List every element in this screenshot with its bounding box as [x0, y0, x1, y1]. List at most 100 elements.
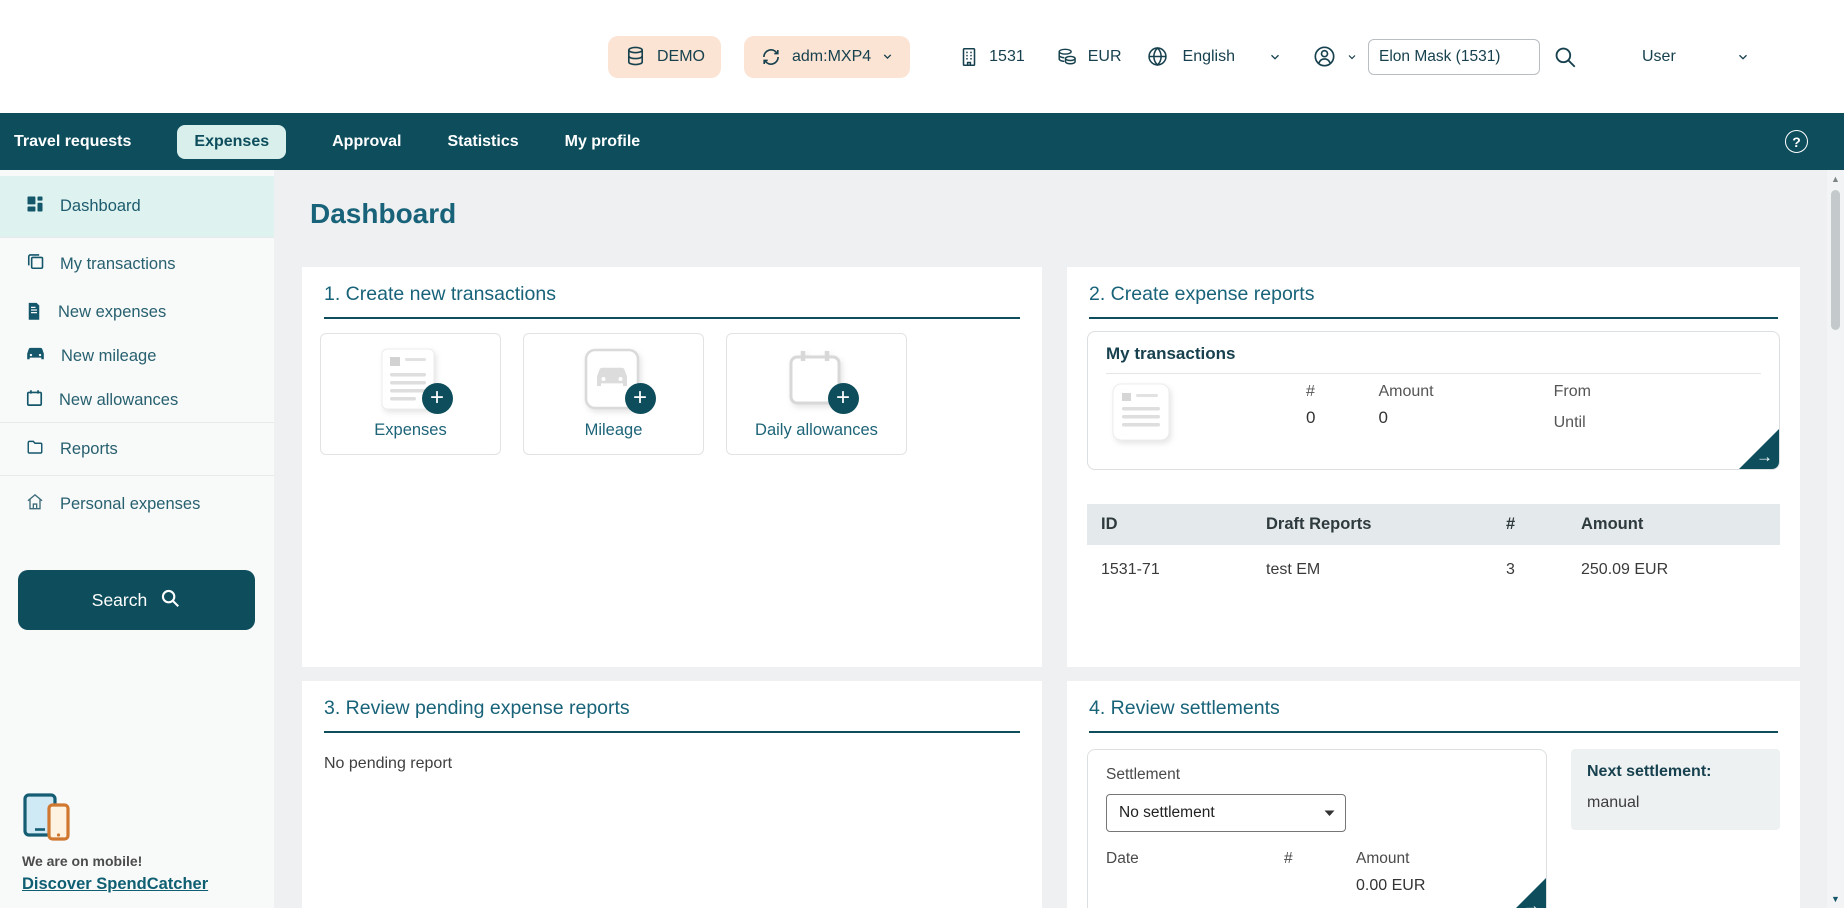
- cell-count: 3: [1492, 545, 1567, 595]
- plus-icon: +: [422, 383, 453, 414]
- count-value: 0: [1306, 408, 1315, 428]
- calendar-icon: [25, 388, 44, 413]
- search-button[interactable]: Search: [18, 570, 255, 630]
- col-header-id: ID: [1087, 504, 1252, 545]
- sidebar-item-label: New allowances: [59, 391, 178, 410]
- search-icon[interactable]: [1552, 44, 1578, 70]
- folder-icon: [25, 438, 45, 461]
- environment-badge-label: adm:MXP4: [792, 48, 871, 66]
- help-icon[interactable]: ?: [1785, 130, 1808, 153]
- from-label: From: [1554, 383, 1591, 401]
- transactions-windows-icon: [25, 252, 45, 277]
- company-id-group[interactable]: 1531: [958, 46, 1025, 68]
- sidebar-item-label: New expenses: [58, 303, 166, 322]
- cell-draft-report: test EM: [1252, 545, 1492, 595]
- table-header-row: ID Draft Reports # Amount: [1087, 504, 1780, 545]
- table-row[interactable]: 1531-71 test EM 3 250.09 EUR: [1087, 545, 1780, 595]
- panel-review-settlements: 4. Review settlements Settlement No sett…: [1067, 681, 1800, 908]
- next-settlement-value: manual: [1587, 794, 1764, 812]
- card-new-expense[interactable]: + Expenses: [320, 333, 501, 455]
- card-label: Mileage: [585, 421, 643, 440]
- settlement-select[interactable]: No settlement: [1106, 794, 1346, 832]
- transactions-count-col: # 0: [1306, 383, 1315, 446]
- scroll-down-icon[interactable]: ▼: [1827, 890, 1844, 908]
- vertical-scrollbar[interactable]: ▲ ▼: [1827, 170, 1844, 908]
- card-new-mileage[interactable]: + Mileage: [523, 333, 704, 455]
- arrow-right-icon: →: [1756, 448, 1773, 465]
- sidebar-item-my-transactions[interactable]: My transactions: [0, 238, 274, 290]
- col-header-amount: Amount: [1567, 504, 1780, 545]
- search-button-label: Search: [92, 590, 147, 611]
- discover-spendcatcher-link[interactable]: Discover SpendCatcher: [22, 875, 208, 894]
- card-new-daily-allowances[interactable]: + Daily allowances: [726, 333, 907, 455]
- mobile-devices-icon: [22, 831, 78, 848]
- date-range-col: From Until: [1554, 383, 1591, 446]
- building-icon: [958, 46, 980, 68]
- dashboard-grid-icon: [25, 194, 45, 219]
- settlement-date-col: Date: [1106, 850, 1284, 895]
- scroll-up-icon[interactable]: ▲: [1827, 170, 1844, 188]
- plus-icon: +: [625, 383, 656, 414]
- sidebar-item-dashboard[interactable]: Dashboard: [0, 176, 274, 237]
- sidebar-item-reports[interactable]: Reports: [0, 423, 274, 475]
- nav-approval[interactable]: Approval: [332, 133, 401, 151]
- panel-title: 3. Review pending expense reports: [302, 681, 1042, 719]
- count-label: #: [1284, 850, 1356, 868]
- mobile-promo: We are on mobile! Discover SpendCatcher: [22, 792, 208, 894]
- sidebar-item-label: New mileage: [61, 347, 156, 366]
- amount-label: Amount: [1356, 850, 1425, 868]
- top-header: DEMO adm:MXP4 1531: [0, 0, 1844, 113]
- demo-badge-label: DEMO: [657, 48, 705, 66]
- sidebar-item-personal-expenses[interactable]: Personal expenses: [0, 476, 274, 532]
- panel-rule: [1089, 317, 1778, 319]
- count-label: #: [1306, 383, 1315, 401]
- my-transactions-title: My transactions: [1106, 344, 1761, 364]
- settlement-label: Settlement: [1106, 766, 1528, 784]
- role-dropdown[interactable]: User: [1642, 48, 1750, 66]
- my-transactions-box[interactable]: My transactions: [1087, 331, 1780, 470]
- car-icon: [25, 345, 46, 368]
- nav-my-profile[interactable]: My profile: [565, 133, 641, 151]
- demo-badge[interactable]: DEMO: [608, 36, 721, 78]
- nav-expenses[interactable]: Expenses: [177, 125, 286, 159]
- settlement-box: Settlement No settlement Date: [1087, 749, 1547, 908]
- language-selector[interactable]: English: [1146, 45, 1282, 68]
- database-icon: [624, 45, 647, 68]
- date-label: Date: [1106, 850, 1284, 868]
- cell-id: 1531-71: [1087, 545, 1252, 595]
- sidebar-item-label: Personal expenses: [60, 495, 200, 514]
- globe-icon: [1146, 45, 1169, 68]
- panel-title: 4. Review settlements: [1067, 681, 1800, 719]
- sidebar-item-new-expenses[interactable]: New expenses: [0, 290, 274, 334]
- next-settlement-box: Next settlement: manual: [1571, 749, 1780, 830]
- card-label: Daily allowances: [755, 421, 878, 440]
- sidebar-item-label: Dashboard: [60, 197, 141, 216]
- chevron-down-icon: [1346, 51, 1358, 63]
- user-account-menu[interactable]: [1312, 44, 1358, 69]
- person-circle-icon: [1312, 44, 1337, 69]
- settlement-amount-col: Amount 0.00 EUR: [1356, 850, 1425, 895]
- currency-group[interactable]: EUR: [1055, 46, 1122, 68]
- document-icon: [25, 300, 43, 325]
- user-search-input[interactable]: [1368, 39, 1540, 75]
- col-header-count: #: [1492, 504, 1567, 545]
- sidebar-item-new-allowances[interactable]: New allowances: [0, 378, 274, 422]
- settlement-count-col: #: [1284, 850, 1356, 895]
- card-label: Expenses: [374, 421, 446, 440]
- settlement-select-value: No settlement: [1119, 804, 1215, 822]
- chevron-down-icon: [1268, 50, 1282, 64]
- amount-value: 0: [1378, 408, 1433, 428]
- cell-amount: 250.09 EUR: [1567, 545, 1780, 595]
- no-pending-report-text: No pending report: [302, 733, 1042, 773]
- environment-badge[interactable]: adm:MXP4: [744, 36, 910, 78]
- nav-travel-requests[interactable]: Travel requests: [14, 133, 131, 151]
- main-navbar: Travel requests Expenses Approval Statis…: [0, 113, 1844, 170]
- page-title: Dashboard: [310, 198, 1800, 230]
- sidebar-item-new-mileage[interactable]: New mileage: [0, 334, 274, 378]
- plus-icon: +: [828, 383, 859, 414]
- main-content: Dashboard 1. Create new transactions: [274, 170, 1827, 908]
- nav-statistics[interactable]: Statistics: [447, 133, 518, 151]
- until-label: Until: [1554, 414, 1591, 432]
- sidebar-item-label: My transactions: [60, 255, 176, 274]
- scrollbar-thumb[interactable]: [1831, 190, 1840, 330]
